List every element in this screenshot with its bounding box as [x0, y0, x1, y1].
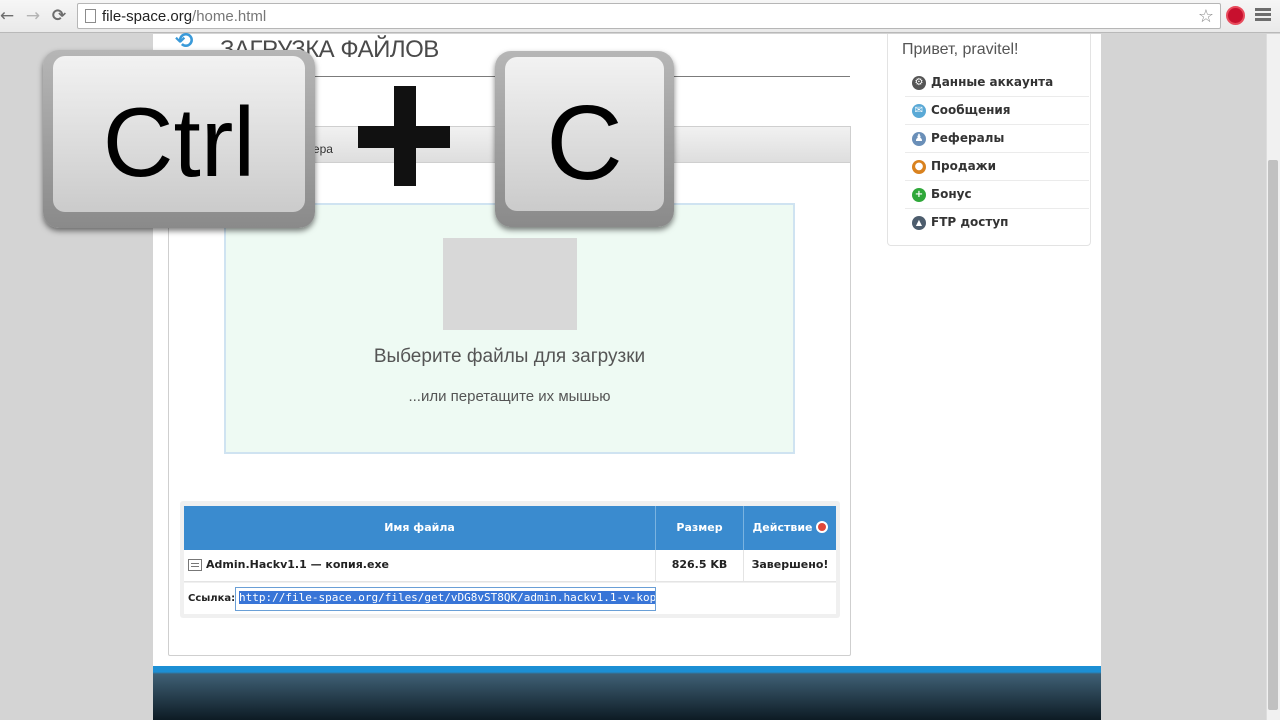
c-key-label: C: [546, 84, 623, 202]
ctrl-key-overlay: Ctrl: [43, 50, 315, 228]
ctrl-key-label: Ctrl: [102, 87, 256, 197]
address-bar[interactable]: file-space.org/home.html ☆: [77, 3, 1221, 29]
greeting: Привет, pravitel!: [902, 41, 1019, 58]
sidebar-item-label: Бонус: [931, 187, 972, 201]
sidebar-item-account[interactable]: ⚙ Данные аккаунта: [905, 69, 1089, 97]
gear-icon: ⚙: [912, 76, 926, 90]
sidebar-item-referrals[interactable]: ♟ Рефералы: [905, 125, 1089, 153]
file-name: Admin.Hackv1.1 — копия.exe: [206, 558, 389, 571]
back-icon[interactable]: ←: [0, 5, 18, 27]
forward-icon[interactable]: →: [22, 5, 44, 27]
users-icon: ♟: [912, 132, 926, 146]
plus-sign: [358, 126, 450, 148]
sidebar-item-label: Рефералы: [931, 131, 1005, 145]
dropzone-title[interactable]: Выберите файлы для загрузки: [224, 346, 795, 368]
sidebar-item-messages[interactable]: ✉ Сообщения: [905, 97, 1089, 125]
header-action-label: Действие: [752, 521, 813, 534]
page-icon: [85, 9, 96, 23]
url-path: /home.html: [192, 8, 267, 25]
sidebar-item-label: Сообщения: [931, 103, 1011, 117]
sidebar-item-sales[interactable]: ● Продажи: [905, 153, 1089, 181]
url-host: file-space.org: [102, 8, 193, 25]
sidebar-item-label: Продажи: [931, 159, 997, 173]
header-size: Размер: [676, 521, 723, 534]
menu-icon[interactable]: [1255, 8, 1271, 23]
sidebar-item-bonus[interactable]: + Бонус: [905, 181, 1089, 209]
header-filename: Имя файла: [384, 521, 455, 534]
sidebar-item-ftp[interactable]: ▲ FTP доступ: [905, 209, 1089, 237]
file-icon: [188, 559, 202, 571]
extension-icon[interactable]: [1226, 6, 1245, 25]
header-action: Действие: [744, 506, 836, 550]
plus-icon: +: [912, 188, 926, 202]
url-text[interactable]: file-space.org/home.html: [102, 8, 266, 25]
file-link-field[interactable]: http://file-space.org/files/get/vDG8vST8…: [235, 587, 656, 611]
file-size: 826.5 KB: [671, 558, 728, 571]
bookmark-star-icon[interactable]: ☆: [1198, 6, 1214, 27]
c-key-overlay: C: [495, 51, 674, 227]
message-icon: ✉: [912, 104, 926, 118]
page-footer: [153, 666, 1101, 720]
file-status: Завершено!: [751, 558, 829, 571]
link-label: Ссылка:: [188, 593, 236, 604]
reload-icon[interactable]: ⟳: [48, 5, 70, 27]
sales-icon: ●: [912, 160, 926, 174]
dropzone-subtitle: ...или перетащите их мышью: [408, 388, 611, 405]
scrollbar-thumb[interactable]: [1268, 160, 1278, 710]
sidebar-item-label: FTP доступ: [931, 215, 1009, 229]
file-link-text[interactable]: http://file-space.org/files/get/vDG8vST8…: [239, 591, 655, 604]
upload-icon: ▲: [912, 216, 926, 230]
cancel-all-icon[interactable]: [815, 521, 828, 533]
sidebar-item-label: Данные аккаунта: [931, 75, 1054, 89]
upload-arrow-shaft: [443, 238, 577, 330]
